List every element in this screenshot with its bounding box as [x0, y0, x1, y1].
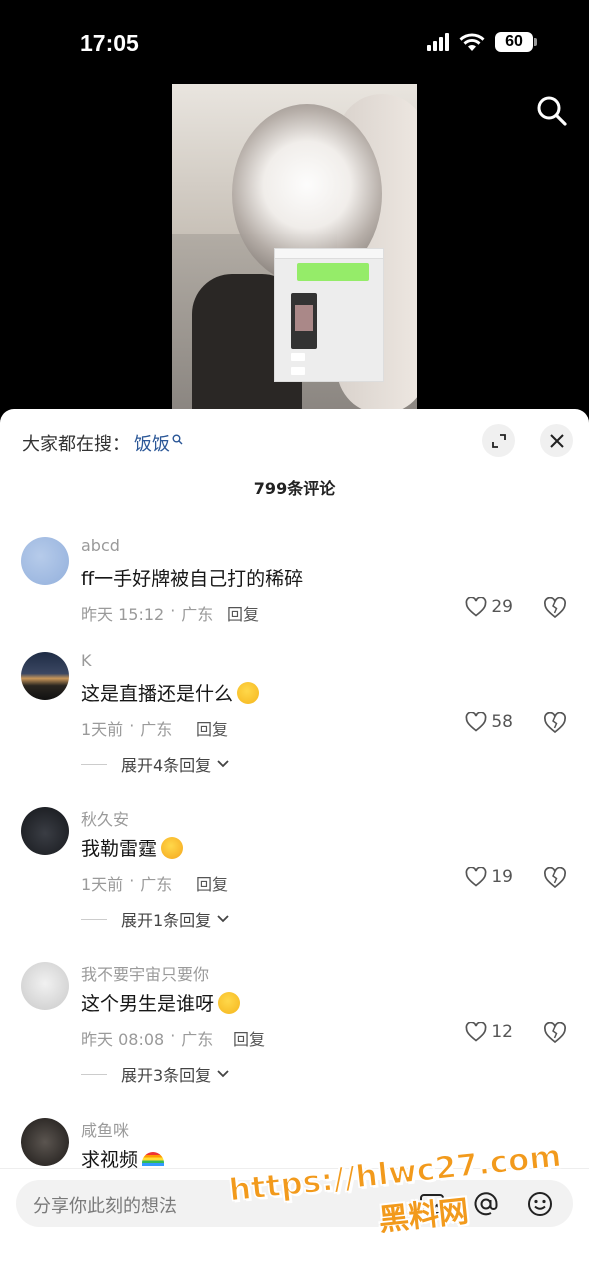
comment-item: K 这是直播还是什么 1天前 · 广东 回复 58 展开4条回复 [0, 651, 589, 775]
trending-keyword[interactable]: 饭饭 [134, 430, 170, 456]
close-button[interactable] [540, 424, 573, 457]
avatar[interactable] [21, 807, 69, 855]
comment-location: 广东 [140, 875, 173, 894]
comment-item: 秋久安 我勒雷霆 1天前 · 广东 回复 19 展开1条回复 [0, 806, 589, 930]
avatar[interactable] [21, 537, 69, 585]
expand-replies-button[interactable]: 展开3条回复 [81, 1062, 229, 1086]
cellular-signal-icon [427, 33, 449, 51]
like-button[interactable]: 29 [465, 597, 513, 617]
small-search-icon [172, 434, 183, 444]
dislike-icon[interactable] [543, 597, 567, 619]
thinking-emoji-icon [237, 681, 260, 704]
like-count: 58 [491, 712, 513, 732]
comment-username[interactable]: 咸鱼咪 [81, 1117, 129, 1141]
trending-search-hint[interactable]: 大家都在搜： 饭饭 [22, 430, 183, 456]
emoji-icon[interactable] [526, 1190, 554, 1218]
dislike-icon[interactable] [543, 712, 567, 734]
like-button[interactable]: 12 [465, 1022, 513, 1042]
like-button[interactable]: 19 [465, 867, 513, 887]
chevron-down-icon [217, 760, 229, 768]
comment-username[interactable]: K [81, 651, 92, 670]
heart-icon [465, 712, 487, 732]
expand-replies-button[interactable]: 展开4条回复 [81, 752, 229, 776]
comment-text[interactable]: 这是直播还是什么 [81, 679, 260, 706]
reply-button[interactable]: 回复 [233, 1026, 265, 1050]
comment-username[interactable]: 我不要宇宙只要你 [81, 961, 209, 985]
mention-icon[interactable] [472, 1190, 500, 1218]
comment-input-bar: 分享你此刻的想法 [0, 1168, 589, 1280]
comment-text[interactable]: 我勒雷霆 [81, 834, 184, 861]
comment-count: 799条评论 [253, 479, 336, 498]
rainbow-emoji-icon [142, 1151, 165, 1166]
wifi-icon [459, 32, 485, 51]
comment-text[interactable]: ff一手好牌被自己打的稀碎 [81, 564, 303, 591]
comment-time: 昨天 08:08 [81, 1030, 165, 1049]
like-count: 12 [491, 1022, 513, 1042]
comment-input[interactable]: 分享你此刻的想法 [16, 1180, 573, 1227]
comment-meta: 1天前 · 广东 [81, 871, 173, 894]
comment-location: 广东 [181, 1030, 214, 1049]
avatar[interactable] [21, 652, 69, 700]
comment-username[interactable]: abcd [81, 536, 120, 555]
comment-time: 1天前 [81, 875, 124, 894]
comment-location: 广东 [140, 720, 173, 739]
chevron-down-icon [217, 1070, 229, 1078]
video-chat-screenshot [274, 248, 384, 382]
input-placeholder: 分享你此刻的想法 [33, 1196, 177, 1217]
comment-meta: 1天前 · 广东 [81, 716, 173, 739]
dislike-icon[interactable] [543, 867, 567, 889]
battery-level: 60 [495, 32, 533, 52]
reply-button[interactable]: 回复 [227, 601, 259, 625]
comment-meta: 昨天 15:12 · 广东 [81, 601, 214, 624]
chevron-down-icon [217, 915, 229, 923]
video-player[interactable] [172, 84, 417, 414]
expand-icon [491, 433, 506, 448]
comment-sheet: 大家都在搜： 饭饭 799条评论 abcd ff一手好牌被自己打的稀碎 昨天 1… [0, 409, 589, 1280]
like-count: 29 [491, 597, 513, 617]
comment-location: 广东 [181, 605, 214, 624]
search-icon[interactable] [535, 94, 569, 128]
image-icon[interactable] [418, 1190, 446, 1218]
expand-replies-button[interactable]: 展开1条回复 [81, 907, 229, 931]
heart-icon [465, 867, 487, 887]
avatar[interactable] [21, 1118, 69, 1166]
like-count: 19 [491, 867, 513, 887]
comment-item: abcd ff一手好牌被自己打的稀碎 昨天 15:12 · 广东 回复 29 [0, 536, 589, 657]
reply-button[interactable]: 回复 [196, 716, 228, 740]
reply-button[interactable]: 回复 [196, 871, 228, 895]
trending-prefix: 大家都在搜： [22, 434, 130, 455]
close-icon [549, 433, 564, 448]
like-button[interactable]: 58 [465, 712, 513, 732]
comment-item: 我不要宇宙只要你 这个男生是谁呀 昨天 08:08 · 广东 回复 12 展开3条… [0, 961, 589, 1085]
expand-button[interactable] [482, 424, 515, 457]
avatar[interactable] [21, 962, 69, 1010]
pleading-emoji-icon [218, 991, 241, 1014]
laughing-emoji-icon [161, 836, 184, 859]
comment-text[interactable]: 这个男生是谁呀 [81, 989, 241, 1016]
comment-meta: 昨天 08:08 · 广东 [81, 1026, 214, 1049]
comment-username[interactable]: 秋久安 [81, 806, 129, 830]
comment-time: 昨天 15:12 [81, 605, 165, 624]
status-icons: 60 [427, 32, 537, 52]
status-time: 17:05 [80, 30, 139, 56]
heart-icon [465, 597, 487, 617]
status-bar: 17:05 60 [0, 0, 589, 80]
battery-icon: 60 [495, 32, 537, 52]
heart-icon [465, 1022, 487, 1042]
comment-time: 1天前 [81, 720, 124, 739]
dislike-icon[interactable] [543, 1022, 567, 1044]
